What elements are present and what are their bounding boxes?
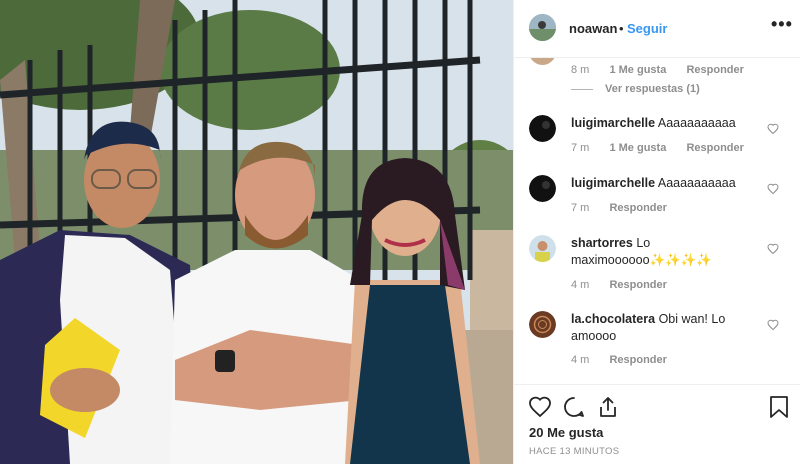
comment-avatar-image — [529, 115, 556, 142]
comment-avatar[interactable] — [529, 175, 556, 202]
heart-icon[interactable] — [767, 319, 779, 331]
view-replies-button[interactable]: Ver respuestas (1) — [605, 83, 700, 95]
comment-avatar-image — [529, 311, 556, 338]
post-sidebar: noawan • Seguir ••• 8 m 1 Me gusta Respo… — [513, 0, 800, 464]
comment-username[interactable]: la.chocolatera — [571, 312, 655, 326]
separator-dot: • — [619, 21, 624, 36]
comment-text: luigimarchelle Aaaaaaaaaaa — [571, 115, 761, 132]
comment-time: 7 m — [571, 142, 590, 154]
heart-icon[interactable] — [767, 243, 779, 255]
follow-button[interactable]: Seguir — [627, 21, 667, 36]
comment-username[interactable]: shartorres — [571, 236, 633, 250]
more-options-icon[interactable]: ••• — [771, 14, 793, 35]
comments-list[interactable]: 8 m 1 Me gusta Responder Ver respuestas … — [514, 58, 800, 384]
comment-time: 4 m — [571, 279, 590, 291]
comment-avatar[interactable] — [529, 311, 556, 338]
heart-icon[interactable] — [767, 123, 779, 135]
share-icon[interactable] — [596, 395, 620, 419]
post-timestamp: HACE 13 MINUTOS — [529, 446, 620, 457]
author-avatar[interactable] — [529, 14, 556, 41]
post-photo[interactable] — [0, 0, 513, 464]
reply-button[interactable]: Responder — [609, 354, 666, 366]
comment-body: Aaaaaaaaaaa — [657, 176, 736, 190]
comment-likes[interactable]: 1 Me gusta — [609, 64, 666, 76]
likes-count[interactable]: 20 Me gusta — [529, 425, 603, 440]
post-header: noawan • Seguir ••• — [514, 0, 800, 58]
reply-button[interactable]: Responder — [609, 202, 666, 214]
author-username[interactable]: noawan — [569, 21, 617, 36]
comment-icon[interactable] — [562, 395, 586, 419]
replies-divider — [571, 89, 593, 90]
comment-meta: 7 m 1 Me gusta Responder — [571, 142, 744, 154]
author-avatar-image — [529, 14, 556, 41]
comment-avatar[interactable] — [529, 115, 556, 142]
comment-username[interactable]: luigimarchelle — [571, 176, 655, 190]
comment-meta: 7 m Responder — [571, 202, 667, 214]
comment-meta: 4 m Responder — [571, 279, 667, 291]
comment-text: luigimarchelle Aaaaaaaaaaa — [571, 175, 761, 192]
comment-avatar-image — [529, 235, 556, 262]
heart-icon[interactable] — [767, 183, 779, 195]
reply-button[interactable]: Responder — [609, 279, 666, 291]
comment-body: Aaaaaaaaaaa — [657, 116, 736, 130]
comment-username[interactable]: luigimarchelle — [571, 116, 655, 130]
heart-icon[interactable] — [528, 395, 552, 419]
reply-button[interactable]: Responder — [686, 64, 743, 76]
comment-time: 7 m — [571, 202, 590, 214]
instagram-post: noawan • Seguir ••• 8 m 1 Me gusta Respo… — [0, 0, 800, 464]
bookmark-icon[interactable] — [768, 395, 790, 419]
post-actions: 20 Me gusta HACE 13 MINUTOS — [514, 384, 800, 465]
comment-likes[interactable]: 1 Me gusta — [609, 142, 666, 154]
comment-avatar[interactable] — [529, 58, 556, 65]
view-replies-label[interactable]: Ver respuestas (1) — [605, 83, 700, 95]
comment-time: 4 m — [571, 354, 590, 366]
comment-meta: 8 m 1 Me gusta Responder — [571, 64, 744, 76]
comment-time: 8 m — [571, 64, 590, 76]
reply-button[interactable]: Responder — [686, 142, 743, 154]
comment-text: la.chocolatera Obi wan! Lo amoooo — [571, 311, 761, 345]
comment-avatar[interactable] — [529, 235, 556, 262]
comment-text: shartorres Lo maximoooooo✨✨✨✨ — [571, 235, 761, 269]
comment-meta: 4 m Responder — [571, 354, 667, 366]
comment-avatar-image — [529, 175, 556, 202]
photo-illustration — [0, 0, 513, 464]
